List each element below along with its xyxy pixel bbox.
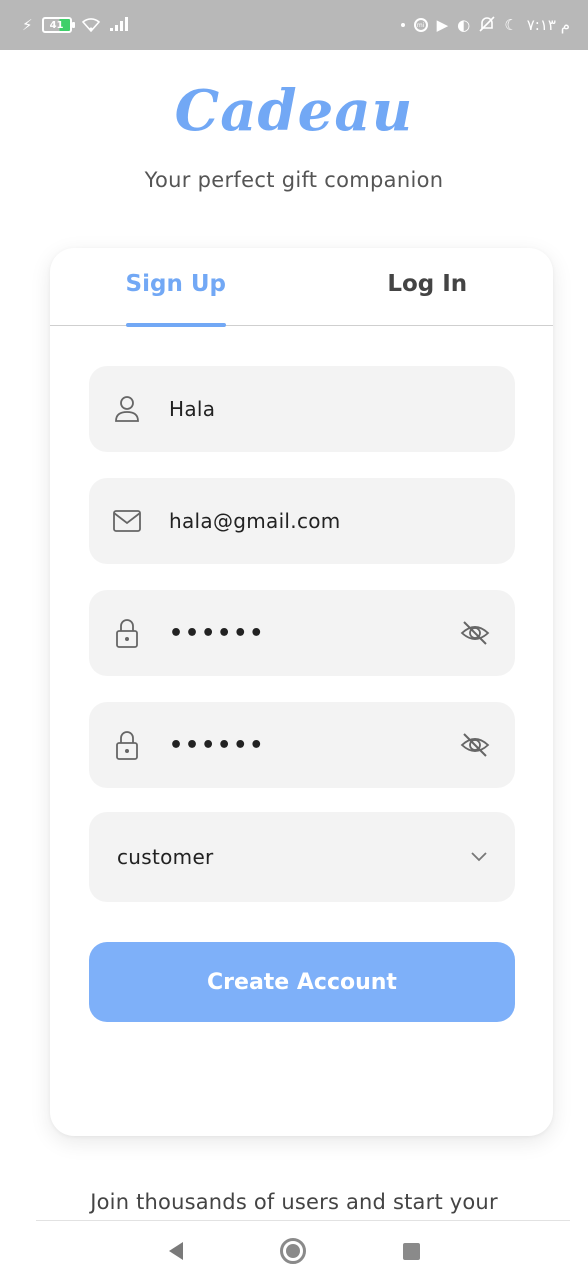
tab-log-in[interactable]: Log In (302, 248, 554, 325)
recent-apps-icon[interactable] (402, 1242, 420, 1260)
app-tagline: Your perfect gift companion (144, 168, 444, 192)
lock-icon (113, 731, 141, 760)
status-left: ⚡ 41 (22, 16, 132, 35)
back-icon[interactable] (168, 1242, 183, 1260)
name-field[interactable]: Hala (89, 366, 515, 452)
status-right: mi ▶ ◐ ☾ م ٧:١٣ (400, 15, 570, 35)
signal-icon (109, 16, 132, 34)
eye-off-icon[interactable] (459, 619, 491, 647)
name-input-value[interactable]: Hala (169, 397, 491, 421)
nav-divider (36, 1220, 570, 1221)
play-icon: ▶ (436, 15, 449, 34)
create-account-button[interactable]: Create Account (89, 942, 515, 1022)
role-select[interactable]: customer (89, 812, 515, 902)
data-saver-icon: ◐ (457, 15, 471, 34)
mi-icon: mi (413, 18, 428, 32)
join-text: Join thousands of users and start your (90, 1190, 498, 1214)
password-input-value[interactable]: •••••• (169, 621, 459, 646)
clock-time: م ٧:١٣ (526, 15, 570, 34)
confirm-password-input-value[interactable]: •••••• (169, 733, 459, 758)
person-icon (113, 395, 141, 423)
mail-icon (113, 507, 141, 535)
battery-icon: 41 (41, 17, 75, 33)
lock-icon (113, 619, 141, 648)
confirm-password-field[interactable]: •••••• (89, 702, 515, 788)
home-icon[interactable] (279, 1238, 306, 1264)
email-input-value[interactable]: hala@gmail.com (169, 509, 491, 533)
system-nav-bar (0, 1226, 588, 1276)
notification-dot-icon (400, 23, 405, 27)
signup-card: Sign Up Log In Hala hala@gmail.com •••••… (50, 248, 553, 1136)
moon-icon: ☾ (504, 15, 518, 34)
mute-icon (479, 15, 495, 35)
active-tab-indicator (126, 323, 226, 327)
status-bar: ⚡ 41 mi ▶ ◐ ☾ م ٧:١٣ (0, 0, 588, 50)
password-field[interactable]: •••••• (89, 590, 515, 676)
chevron-down-icon[interactable] (467, 845, 491, 869)
email-field[interactable]: hala@gmail.com (89, 478, 515, 564)
tab-sign-up[interactable]: Sign Up (50, 248, 302, 325)
app-logo: Cadeau (174, 78, 414, 144)
auth-tabs: Sign Up Log In (50, 248, 554, 327)
role-select-value[interactable]: customer (117, 845, 467, 869)
wifi-icon (81, 16, 101, 35)
charging-icon: ⚡ (22, 15, 33, 34)
eye-off-icon[interactable] (459, 731, 491, 759)
